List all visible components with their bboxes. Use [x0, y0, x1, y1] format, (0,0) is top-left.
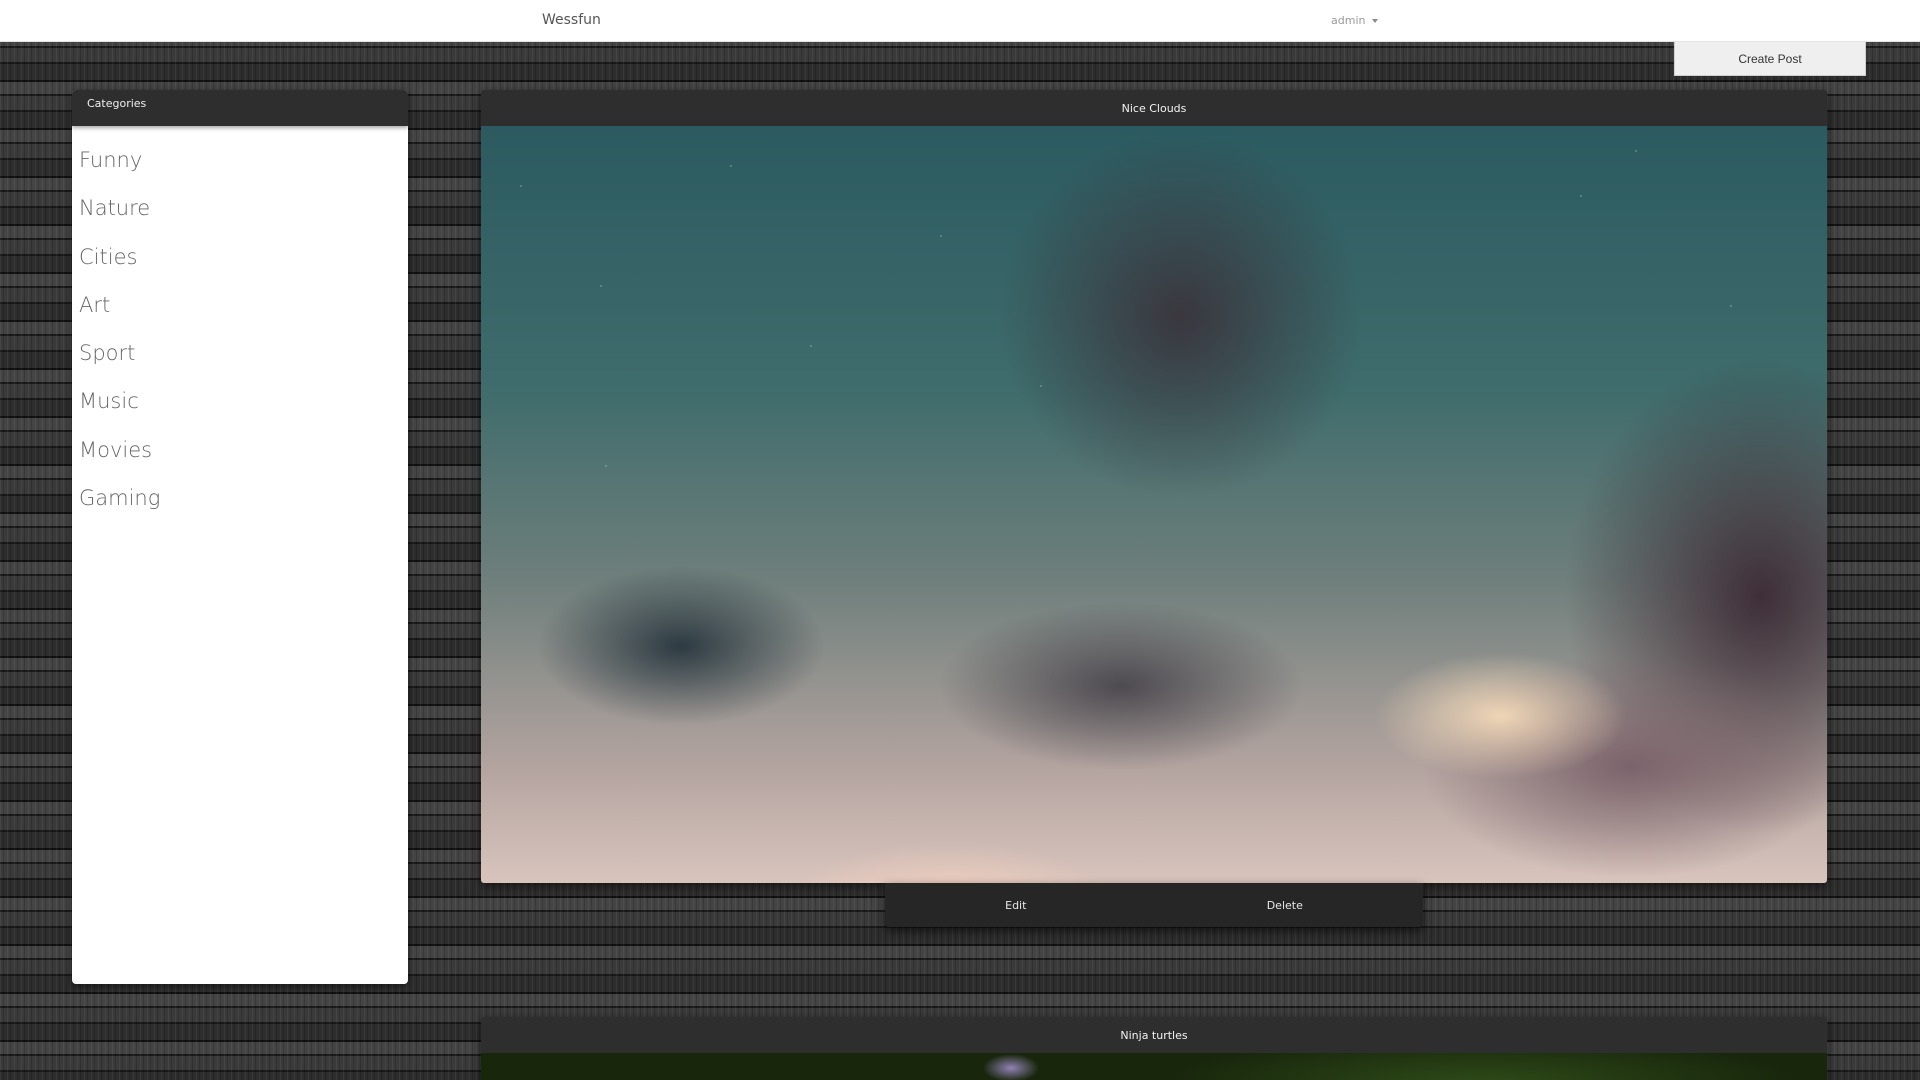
category-item-movies[interactable]: Movies [72, 426, 408, 474]
image-stars [481, 126, 1827, 883]
category-item-music[interactable]: Music [72, 377, 408, 425]
post-title: Ninja turtles [481, 1017, 1827, 1053]
delete-button[interactable]: Delete [1267, 899, 1303, 912]
categories-title: Categories [72, 90, 408, 126]
user-name: admin [1331, 14, 1366, 27]
category-item-nature[interactable]: Nature [72, 184, 408, 232]
user-dropdown[interactable]: admin [1331, 14, 1379, 27]
post-image[interactable] [481, 1053, 1827, 1080]
create-post-button[interactable]: Create Post [1674, 42, 1866, 76]
post-card: Nice Clouds [481, 90, 1827, 883]
edit-button[interactable]: Edit [1005, 899, 1026, 912]
categories-panel: Categories Funny Nature Cities Art Sport… [72, 90, 408, 984]
category-item-gaming[interactable]: Gaming [72, 474, 408, 522]
category-item-funny[interactable]: Funny [72, 136, 408, 184]
post-actions: Edit Delete [885, 883, 1423, 927]
brand-link[interactable]: Wessfun [542, 12, 601, 28]
post-title: Nice Clouds [481, 90, 1827, 126]
category-item-sport[interactable]: Sport [72, 329, 408, 377]
category-item-art[interactable]: Art [72, 281, 408, 329]
post-image[interactable] [481, 126, 1827, 883]
top-navbar: Wessfun admin [0, 0, 1920, 42]
post-card: Ninja turtles [481, 1017, 1827, 1080]
category-item-cities[interactable]: Cities [72, 233, 408, 281]
category-list: Funny Nature Cities Art Sport Music Movi… [72, 126, 408, 522]
caret-down-icon [1372, 18, 1379, 23]
